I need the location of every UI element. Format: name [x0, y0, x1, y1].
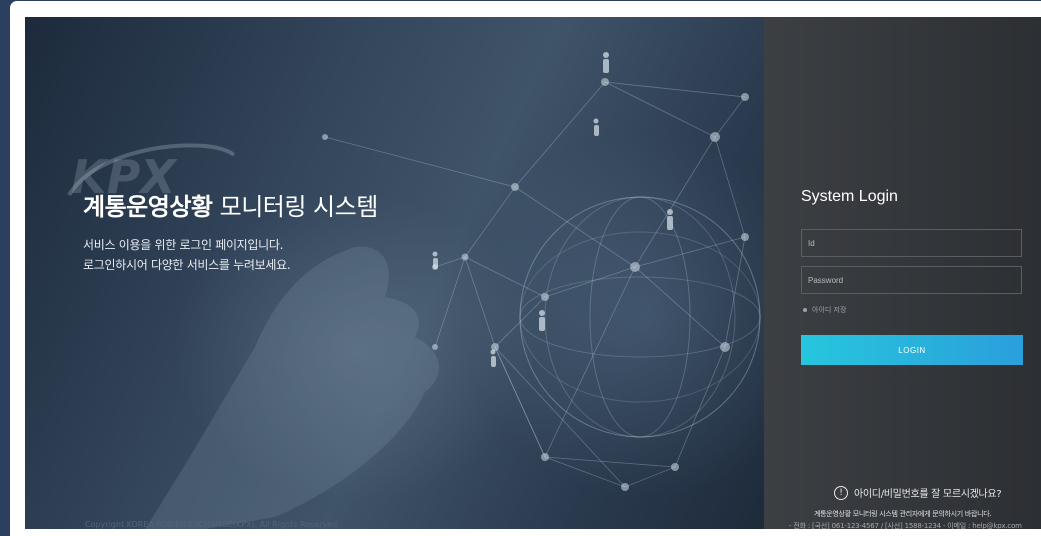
copyright-text: Copyright KOREA POWER EXCHANGE(KPX). All… — [85, 520, 340, 529]
forgot-credentials-link[interactable]: ! 아이디/비밀번호를 잘 모르시겠나요? — [834, 485, 1002, 500]
description-line-1: 서비스 이용을 위한 로그인 페이지입니다. — [83, 238, 284, 252]
bullet-icon — [803, 308, 807, 312]
id-input[interactable] — [801, 229, 1022, 257]
title-rest: 모니터링 시스템 — [212, 193, 379, 221]
page-title: 계통운영상황 모니터링 시스템 — [83, 187, 378, 222]
remember-id-toggle[interactable]: 아이디 저장 — [803, 305, 846, 315]
help-description: 계통운영상황 모니터링 시스템 관리자에게 문의하시기 바랍니다. — [814, 510, 992, 518]
description-line-2: 로그인하시어 다양한 서비스를 누려보세요. — [83, 258, 291, 272]
login-title: System Login — [801, 188, 898, 205]
hero-description: 서비스 이용을 위한 로그인 페이지입니다. 로그인하시어 다양한 서비스를 누… — [83, 235, 291, 275]
login-button[interactable]: LOGIN — [801, 335, 1023, 365]
forgot-credentials-text: 아이디/비밀번호를 잘 모르시겠나요? — [854, 489, 1002, 500]
login-panel: System Login 아이디 저장 LOGIN ! 아이디/비밀번호를 잘 … — [764, 17, 1041, 529]
exclamation-circle-icon: ! — [834, 485, 848, 500]
contact-info: - 전화 : [국선] 061-123-4567 / [사선] 1588-123… — [789, 522, 1022, 529]
title-bold: 계통운영상황 — [83, 193, 213, 221]
remember-id-label: 아이디 저장 — [812, 306, 847, 314]
password-input[interactable] — [801, 266, 1022, 294]
hero-banner: KPX 계통운영상황 모니터링 시스템 서비스 이용을 위한 로그인 페이지입니… — [25, 17, 764, 529]
